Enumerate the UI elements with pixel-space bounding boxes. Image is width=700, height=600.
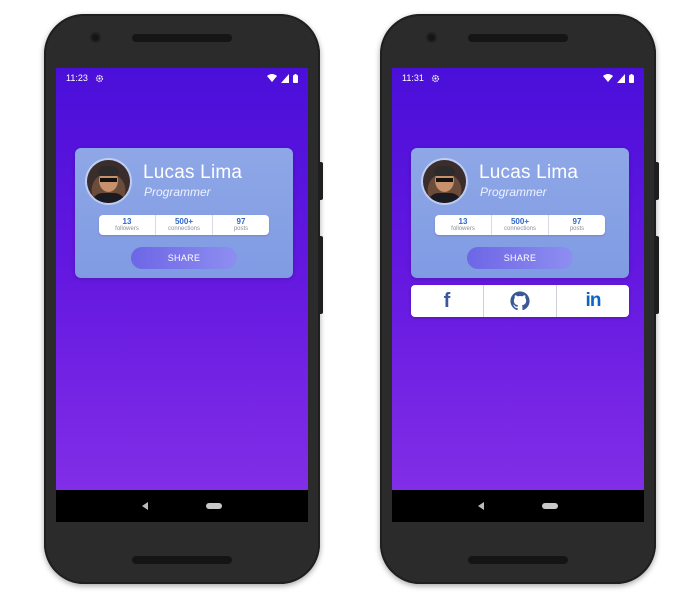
social-links-bar: f in: [411, 285, 629, 317]
stat-value: 97: [572, 217, 582, 226]
phone-frame-right: 11:31 Lucas Lima Programmer 13 followers…: [380, 14, 659, 584]
signal-icon: [617, 73, 625, 83]
volume-button: [319, 236, 323, 314]
status-time: 11:31: [402, 73, 424, 83]
status-bar: 11:23: [56, 68, 308, 88]
battery-icon: [629, 73, 634, 83]
user-role: Programmer: [480, 185, 547, 199]
stat-value: 97: [236, 217, 246, 226]
stat-label: posts: [569, 226, 585, 232]
stats-bar: 13 followers 500+ connections 97 posts: [435, 215, 605, 235]
stat-label: followers: [115, 226, 139, 232]
power-button: [319, 162, 323, 200]
stat-posts: 97 posts: [213, 215, 269, 235]
bottom-speaker: [132, 556, 232, 564]
user-name: Lucas Lima: [479, 162, 579, 183]
stat-label: followers: [451, 226, 475, 232]
stat-label: posts: [233, 226, 249, 232]
front-camera: [92, 34, 99, 41]
navigation-bar: [392, 490, 644, 522]
wifi-icon: [267, 73, 277, 82]
power-button: [655, 162, 659, 200]
navigation-bar: [56, 490, 308, 522]
stat-value: 13: [458, 217, 468, 226]
share-button[interactable]: SHARE: [131, 247, 237, 269]
app-screen: 11:23 Lucas Lima Programmer 13 followers…: [56, 68, 308, 522]
app-screen: 11:31 Lucas Lima Programmer 13 followers…: [392, 68, 644, 522]
stat-value: 500+: [174, 217, 194, 226]
stat-posts: 97 posts: [549, 215, 605, 235]
github-button[interactable]: [484, 285, 557, 317]
stat-followers: 13 followers: [435, 215, 492, 235]
volume-button: [655, 236, 659, 314]
battery-icon: [293, 73, 298, 83]
stat-label: connections: [503, 226, 537, 232]
linkedin-button[interactable]: in: [557, 285, 629, 317]
stat-value: 500+: [510, 217, 530, 226]
home-icon[interactable]: [542, 503, 558, 509]
facebook-icon: f: [443, 289, 451, 312]
facebook-button[interactable]: f: [411, 285, 484, 317]
settings-icon: [431, 74, 439, 82]
front-camera: [428, 34, 435, 41]
wifi-icon: [603, 73, 613, 82]
back-icon[interactable]: [142, 502, 148, 510]
profile-card: Lucas Lima Programmer 13 followers 500+ …: [75, 148, 293, 278]
github-icon: [510, 291, 530, 311]
profile-card: Lucas Lima Programmer 13 followers 500+ …: [411, 148, 629, 278]
avatar: [423, 160, 466, 203]
back-icon[interactable]: [478, 502, 484, 510]
status-time: 11:23: [66, 73, 88, 83]
stat-value: 13: [122, 217, 132, 226]
earpiece-speaker: [132, 34, 232, 42]
settings-icon: [95, 74, 103, 82]
bottom-speaker: [468, 556, 568, 564]
stats-bar: 13 followers 500+ connections 97 posts: [99, 215, 269, 235]
signal-icon: [281, 73, 289, 83]
avatar: [87, 160, 130, 203]
status-bar: 11:31: [392, 68, 644, 88]
linkedin-icon: in: [585, 290, 602, 311]
home-icon[interactable]: [206, 503, 222, 509]
share-button[interactable]: SHARE: [467, 247, 573, 269]
phone-frame-left: 11:23 Lucas Lima Programmer 13 followers…: [44, 14, 323, 584]
stat-connections: 500+ connections: [492, 215, 549, 235]
user-role: Programmer: [144, 185, 211, 199]
stat-connections: 500+ connections: [156, 215, 213, 235]
status-icons: [603, 73, 634, 83]
stat-label: connections: [167, 226, 201, 232]
user-name: Lucas Lima: [143, 162, 243, 183]
earpiece-speaker: [468, 34, 568, 42]
status-icons: [267, 73, 298, 83]
stat-followers: 13 followers: [99, 215, 156, 235]
